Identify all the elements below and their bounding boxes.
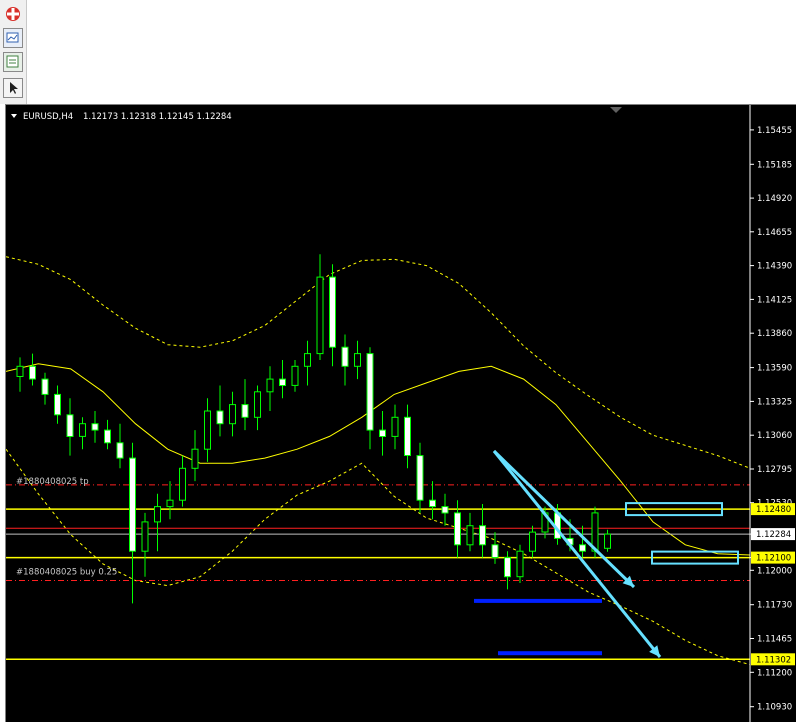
candle-body — [91, 423, 99, 431]
y-tick-label: 1.13325 — [757, 397, 792, 407]
candle-body — [379, 429, 386, 438]
candle-body — [291, 365, 299, 386]
candle-body — [129, 457, 136, 552]
candle-body — [404, 416, 411, 456]
candle-body — [266, 378, 274, 393]
candles — [16, 254, 611, 604]
shift-marker-icon[interactable] — [610, 107, 622, 113]
candle-body — [191, 448, 199, 469]
y-tick-label: 1.13060 — [757, 431, 792, 441]
candle-body — [179, 467, 186, 501]
support-zone-0[interactable] — [474, 598, 602, 603]
bollinger-middle — [6, 363, 751, 556]
candle-body — [391, 416, 399, 437]
order-label-1: #1880408025 buy 0.25 — [16, 568, 117, 578]
y-tick-label: 1.11465 — [757, 635, 792, 645]
candle-body — [204, 410, 211, 450]
candle-body — [241, 404, 249, 418]
candle-body — [66, 414, 74, 437]
candle-body — [529, 531, 536, 552]
candle-body — [141, 521, 149, 552]
chart-window[interactable]: #1880408025 tp #1880408025 buy 0.25 1.154… — [5, 104, 796, 722]
candle-body — [54, 393, 61, 416]
candle-body — [304, 353, 311, 367]
y-tick-label: 1.12795 — [757, 465, 792, 475]
candle-body — [104, 429, 111, 444]
price-box-label-3: 1.11302 — [756, 655, 791, 665]
price-axis: 1.15455 1.15185 1.14920 1.14655 1.14390 1.141… — [750, 126, 792, 713]
toolbar — [0, 0, 27, 104]
candle-body — [229, 404, 236, 425]
candle-body — [116, 442, 124, 459]
bollinger-bands — [6, 256, 751, 666]
candle-body — [16, 365, 24, 377]
y-tick-label: 1.15455 — [757, 126, 792, 136]
candle-body — [504, 557, 511, 578]
candle-body — [316, 276, 324, 355]
candle-body — [354, 353, 361, 367]
order-label-0: #1880408025 tp — [16, 477, 89, 487]
y-tick-label: 1.12000 — [757, 566, 792, 576]
support-zones — [474, 598, 602, 656]
candle-body — [366, 353, 374, 431]
price-box-label-1: 1.12284 — [756, 530, 791, 540]
y-tick-label: 1.14920 — [757, 194, 792, 204]
candle-body — [479, 525, 486, 546]
bollinger-upper — [6, 256, 751, 469]
y-tick-label: 1.13860 — [757, 329, 792, 339]
y-tick-label: 1.15185 — [757, 160, 792, 170]
candle-body — [416, 455, 424, 501]
chart-symbol: EURUSD,H4 — [23, 112, 73, 122]
y-tick-label: 1.14125 — [757, 295, 792, 305]
candle-body — [604, 533, 611, 549]
y-tick-label: 1.13590 — [757, 364, 792, 374]
chart-ohlc: 1.12173 1.12318 1.12145 1.12284 — [83, 112, 232, 122]
candle-body — [429, 499, 436, 508]
candle-body — [254, 391, 261, 418]
price-chart[interactable]: #1880408025 tp #1880408025 buy 0.25 1.154… — [6, 105, 796, 722]
candle-body — [329, 276, 336, 348]
price-box-label-0: 1.12480 — [756, 505, 791, 515]
candle-body — [279, 378, 286, 387]
y-tick-label: 1.14655 — [757, 228, 792, 238]
candle-body — [441, 506, 449, 514]
horizontal-lines — [6, 484, 750, 661]
y-tick-label: 1.10930 — [757, 703, 792, 713]
candle-body — [454, 512, 461, 546]
cursor-icon[interactable] — [3, 78, 23, 98]
candle-body — [491, 544, 499, 558]
support-zone-1[interactable] — [498, 651, 602, 656]
candle-body — [29, 365, 36, 380]
candle-body — [41, 378, 49, 395]
target-boxes — [625, 502, 739, 565]
candle-body — [466, 525, 474, 546]
app-logo-icon[interactable] — [3, 4, 23, 24]
chart-menu-icon[interactable] — [11, 114, 17, 118]
candle-body — [166, 499, 174, 508]
candle-body — [579, 544, 586, 552]
candle-body — [154, 506, 161, 523]
price-box-label-2: 1.12100 — [756, 554, 791, 564]
y-tick-label: 1.11730 — [757, 601, 792, 611]
templates-icon[interactable] — [3, 52, 23, 72]
chart-window-icon[interactable] — [3, 28, 23, 48]
candle-body — [341, 346, 349, 367]
y-tick-label: 1.11200 — [757, 668, 792, 678]
candle-body — [516, 550, 524, 578]
candle-body — [79, 423, 86, 437]
candle-body — [216, 410, 224, 425]
order-labels: #1880408025 tp #1880408025 buy 0.25 — [16, 477, 117, 577]
y-tick-label: 1.14390 — [757, 262, 792, 272]
